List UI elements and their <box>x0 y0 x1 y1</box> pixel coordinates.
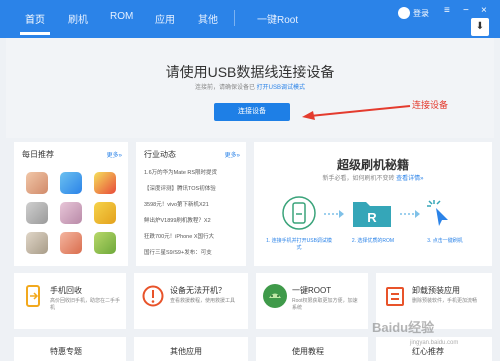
app-tile[interactable] <box>94 172 116 194</box>
connect-hint-text: 连接前，请确保设备已 <box>194 85 255 91</box>
phone-recycle-icon <box>26 285 40 307</box>
app-tile[interactable] <box>26 202 48 224</box>
warning-icon <box>142 285 164 307</box>
news-item[interactable]: 【深度评测】腾讯TOS初体验 <box>144 184 244 192</box>
app-tile[interactable] <box>60 232 82 254</box>
root-icon <box>263 284 287 308</box>
top-nav-bar: 首页 刷机 ROM 应用 其他 一键Root 登录 ≡ − × <box>0 0 500 38</box>
industry-news-card: 行业动态 更多» 1.6万的华为Mate RS限时提货 【深度评测】腾讯TOS初… <box>136 142 246 266</box>
news-item[interactable]: 1.6万的华为Mate RS限时提货 <box>144 168 244 176</box>
bottom-card-title: 其他应用 <box>170 347 202 356</box>
annotation-label: 连接设备 <box>412 100 449 110</box>
tab-home[interactable]: 首页 <box>25 11 45 26</box>
app-tile[interactable] <box>60 172 82 194</box>
step-label: 1. 连接手机并打开USB调试模式 <box>266 238 332 251</box>
flash-guide-subtitle-text: 新手必看，如何刷机不变砖 <box>322 176 395 182</box>
baidu-watermark: Baidu经验 <box>372 320 435 335</box>
tab-apps[interactable]: 应用 <box>155 11 175 26</box>
feature-title: 手机回收 <box>50 286 82 295</box>
feature-title: 设备无法开机？ <box>170 286 226 295</box>
news-more-link[interactable]: 更多» <box>225 150 240 159</box>
bottom-card[interactable]: 特惠专题 <box>14 337 126 361</box>
step-arrow-icon <box>324 210 344 218</box>
tab-active-indicator <box>20 32 50 35</box>
connect-hint: 连接前，请确保设备已 打开USB调试模式 <box>6 82 494 91</box>
tab-one-click-root[interactable]: 一键Root <box>257 11 298 26</box>
feature-card-root[interactable]: 一键ROOT Root权限获取更加方便，加速系统 <box>256 273 368 329</box>
step-label: 2. 选择优质的ROM <box>351 238 395 244</box>
usb-debug-link[interactable]: 打开USB调试模式 <box>257 85 305 91</box>
close-icon[interactable]: × <box>481 6 487 16</box>
app-tile[interactable] <box>60 202 82 224</box>
baidu-watermark-url: jingyan.baidu.com <box>410 340 459 346</box>
feature-desc: Root权限获取更加方便，加速系统 <box>292 298 358 311</box>
menu-icon[interactable]: ≡ <box>444 6 450 16</box>
flash-guide-subtitle: 新手必看，如何刷机不变砖 查看详情» <box>254 173 492 182</box>
app-tile[interactable] <box>26 232 48 254</box>
flash-guide-card: 超级刷机秘籍 新手必看，如何刷机不变砖 查看详情» R 1. 连接手机并打开US… <box>254 142 492 266</box>
feature-desc: 删除预装软件，手机更加流畅 <box>412 298 478 304</box>
nav-divider <box>234 10 235 26</box>
connect-device-button[interactable]: 连接设备 <box>214 103 290 121</box>
feature-desc: 查看救援教程，使用救援工具 <box>170 298 236 304</box>
annotation-arrow <box>302 105 411 120</box>
step-arrow-icon <box>400 210 420 218</box>
bottom-card-title: 使用教程 <box>292 347 324 356</box>
tab-other[interactable]: 其他 <box>198 11 218 26</box>
download-icon[interactable]: ⬇ <box>471 18 489 36</box>
rom-folder-icon: R <box>353 202 391 227</box>
view-details-link[interactable]: 查看详情» <box>396 176 423 182</box>
svg-text:R: R <box>367 210 377 225</box>
flash-guide-title: 超级刷机秘籍 <box>336 158 409 172</box>
click-cursor-icon <box>427 200 448 226</box>
daily-recommend-card: 每日推荐 更多» <box>14 142 128 266</box>
bottom-card-title: 特惠专题 <box>50 347 82 356</box>
app-tile[interactable] <box>26 172 48 194</box>
bottom-card[interactable]: 其他应用 <box>134 337 248 361</box>
industry-news-title: 行业动态 <box>144 150 176 159</box>
feature-desc: 高价回收旧手机，助您在二手手机 <box>50 298 121 311</box>
connect-title: 请使用USB数据线连接设备 <box>165 64 335 80</box>
login-link[interactable]: 登录 <box>413 8 429 19</box>
bottom-card-title: 红心推荐 <box>412 347 444 356</box>
news-item[interactable]: 狂跌700元！iPhone X国行大 <box>144 232 244 240</box>
uninstall-icon <box>386 287 404 306</box>
feature-title: 一键ROOT <box>292 286 332 295</box>
minimize-icon[interactable]: − <box>463 6 469 16</box>
step-label: 3. 点击一键刷机 <box>427 238 463 244</box>
daily-recommend-title: 每日推荐 <box>22 150 54 159</box>
feature-card-phone-recycle[interactable]: 手机回收 高价回收旧手机，助您在二手手机 <box>14 273 126 329</box>
app-tile[interactable] <box>94 202 116 224</box>
tab-flash[interactable]: 刷机 <box>68 11 88 26</box>
bottom-card[interactable]: 使用教程 <box>256 337 368 361</box>
news-item[interactable]: 3598元！vivo第下新机X21 <box>144 200 244 208</box>
connect-panel: 请使用USB数据线连接设备 连接前，请确保设备已 打开USB调试模式 连接设备 <box>6 38 494 138</box>
feature-card-rescue[interactable]: 设备无法开机？ 查看救援教程，使用救援工具 <box>134 273 248 329</box>
app-tile[interactable] <box>94 232 116 254</box>
usb-phone-icon <box>282 196 316 230</box>
daily-more-link[interactable]: 更多» <box>107 150 122 159</box>
feature-title: 卸载预装应用 <box>412 286 460 295</box>
user-avatar-icon[interactable] <box>398 7 410 19</box>
tab-rom[interactable]: ROM <box>110 11 133 22</box>
news-item[interactable]: 鲜出炉V1899刷机教程？X2 <box>144 216 244 224</box>
news-item[interactable]: 国行三星S9/S9+发布：可支 <box>144 248 244 256</box>
